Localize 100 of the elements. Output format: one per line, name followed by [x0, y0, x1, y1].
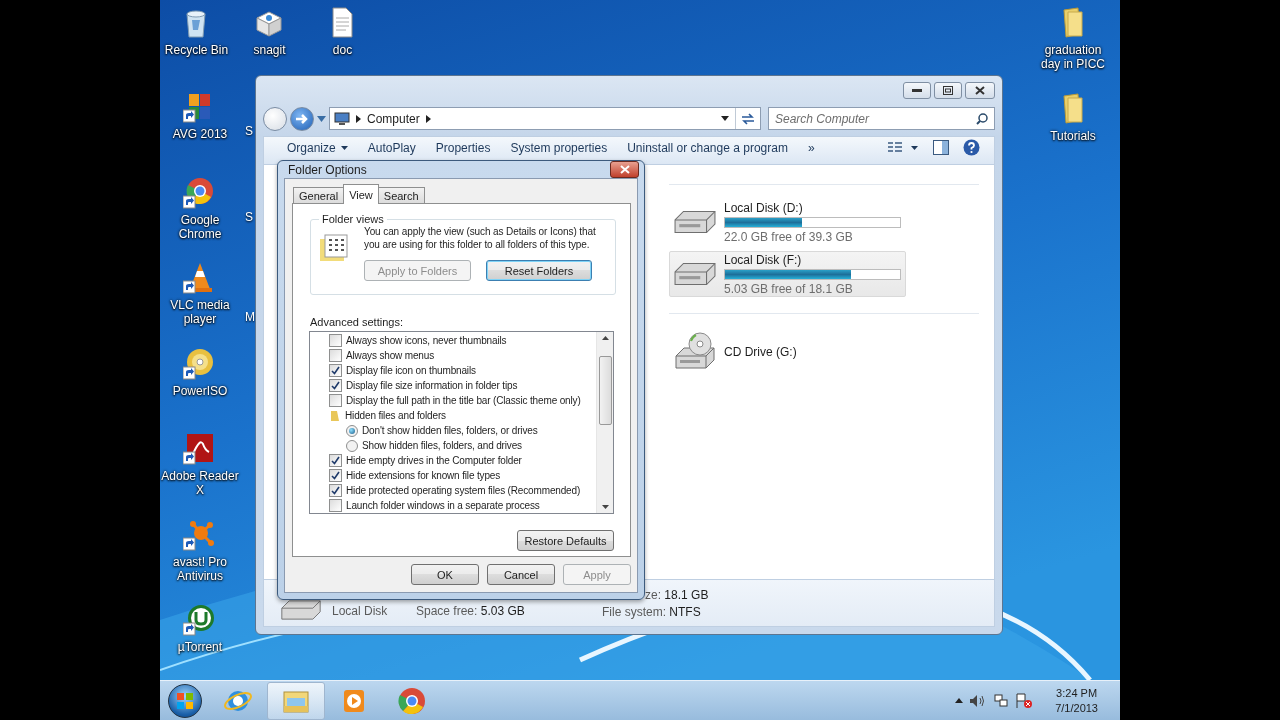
option-label: Always show icons, never thumbnails: [346, 335, 507, 346]
dialog-button[interactable]: Reset Folders: [486, 260, 592, 281]
circle-arrow-icon: [183, 603, 217, 637]
folder-icon: [329, 409, 341, 422]
drive-name: CD Drive (G:): [724, 345, 797, 359]
help-icon[interactable]: [963, 139, 980, 156]
hard-drive-icon: [674, 262, 716, 286]
option-label: Display the full path in the title bar (Classic theme only): [346, 395, 581, 406]
flag-alert-icon[interactable]: [1015, 692, 1034, 709]
clock-date[interactable]: 7/1/2013: [1055, 702, 1098, 714]
start-button[interactable]: [168, 683, 202, 718]
drive-name: Local Disk (D:): [724, 200, 804, 215]
round-logo-icon: [397, 685, 427, 716]
drive-name: Local Disk (F:): [724, 252, 803, 267]
search-placeholder: Search Computer: [775, 111, 870, 126]
drive-item[interactable]: CD Drive (G:): [669, 332, 906, 372]
scrollbar[interactable]: [596, 332, 613, 513]
dialog-title: Folder Options: [288, 162, 367, 177]
option-label: Don't show hidden files, folders, or drives: [362, 425, 538, 436]
radio-button[interactable]: [346, 439, 358, 452]
drive-item[interactable]: Local Disk (D:) 22.0 GB free of 39.3 GB: [669, 199, 906, 245]
checkbox[interactable]: [329, 334, 342, 347]
hard-drive-icon: [674, 210, 716, 234]
minimize-button[interactable]: [903, 82, 931, 99]
option-label: Always show menus: [346, 350, 435, 361]
drive-name: Local Disk: [332, 604, 389, 618]
tab[interactable]: General: [293, 187, 345, 204]
option-label: Show hidden files, folders, and drives: [362, 440, 522, 451]
dialog-button[interactable]: OK: [411, 564, 479, 585]
maximize-button[interactable]: [934, 82, 962, 99]
option-label: Hide extensions for known file types: [346, 470, 501, 481]
checkbox[interactable]: [329, 484, 342, 497]
icon-label[interactable]: PowerISO: [172, 383, 228, 398]
view-options-icon[interactable]: [887, 140, 919, 155]
windows-flag-icon: [177, 692, 193, 709]
icon-label[interactable]: Recycle Bin: [164, 43, 229, 57]
checkbox[interactable]: [329, 454, 342, 467]
search-field[interactable]: Search Computer: [768, 107, 995, 130]
checkbox[interactable]: [329, 349, 342, 362]
icon-label[interactable]: M: [245, 310, 255, 324]
checkbox[interactable]: [329, 364, 342, 377]
checkbox[interactable]: [329, 379, 342, 392]
minimize-icon: [912, 88, 922, 93]
close-button[interactable]: [610, 161, 639, 178]
breadcrumb[interactable]: Computer: [367, 111, 420, 126]
refresh-icon: [741, 112, 755, 125]
checkbox[interactable]: [329, 394, 342, 407]
checkbox[interactable]: [329, 469, 342, 482]
detail-field: ze: 18.1 GB: [602, 587, 802, 602]
preview-pane-icon[interactable]: [933, 140, 949, 155]
drive-item[interactable]: Local Disk (F:) 5.03 GB free of 18.1 GB: [669, 251, 906, 297]
chevron-icon: [425, 114, 431, 123]
dialog-button[interactable]: Cancel: [487, 564, 555, 585]
clock-time[interactable]: 3:24 PM: [1056, 687, 1098, 699]
toolbar-button[interactable]: »: [799, 140, 827, 155]
icon-label[interactable]: doc: [332, 43, 353, 57]
option-label: Hide empty drives in the Computer folder: [346, 455, 522, 466]
section-label: Advanced settings:: [310, 316, 404, 328]
radio-button[interactable]: [346, 424, 358, 437]
search-icon: [976, 112, 988, 125]
icon-label[interactable]: S: [245, 124, 255, 138]
toolbar-button[interactable]: System properties: [502, 140, 620, 155]
scroll-down-icon: [601, 505, 609, 509]
toolbar-button[interactable]: Uninstall or change a program: [619, 140, 800, 155]
toolbar-button[interactable]: AutoPlay: [359, 140, 428, 155]
icon-label[interactable]: graduation day in PICC: [1035, 43, 1111, 71]
show-hidden-icons-icon[interactable]: [955, 698, 964, 703]
close-icon: [975, 86, 985, 95]
icon-label[interactable]: avast! Pro Antivirus: [160, 554, 240, 583]
icon-label[interactable]: S: [245, 210, 255, 224]
arrow-icon: [295, 112, 309, 125]
detail-field: File system: NTFS: [602, 604, 802, 619]
tab[interactable]: Search: [377, 187, 425, 204]
icon-label[interactable]: Google Chrome: [160, 212, 240, 241]
toolbar-button[interactable]: Properties: [427, 140, 503, 155]
close-button[interactable]: [965, 82, 995, 99]
icon-label[interactable]: VLC media player: [160, 298, 240, 326]
option-label: Display file size information in folder tips: [346, 380, 518, 391]
tab[interactable]: View: [343, 184, 379, 204]
checkbox[interactable]: [329, 499, 342, 512]
network-icon[interactable]: [993, 692, 1010, 709]
icon-label[interactable]: snagit: [253, 43, 286, 57]
toolbar-button[interactable]: Organize: [279, 140, 360, 155]
scroll-up-icon: [601, 336, 609, 340]
hard-drive-icon: [280, 597, 322, 623]
back-button[interactable]: [263, 106, 287, 131]
icon-label[interactable]: Tutorials: [1050, 129, 1096, 143]
restore-icon: [943, 86, 953, 95]
group-title: Folder views: [321, 213, 385, 225]
forward-button[interactable]: [290, 106, 314, 131]
computer-icon: [334, 111, 350, 126]
close-icon: [619, 165, 630, 174]
caret-icon[interactable]: [721, 116, 729, 121]
chevron-icon: [356, 114, 361, 123]
cd-drive-icon: [672, 332, 718, 372]
icon-label[interactable]: Adobe Reader X: [160, 469, 240, 497]
address-bar[interactable]: Computer: [329, 107, 761, 130]
folder-view-icon: [319, 233, 349, 263]
restore-defaults-button[interactable]: Restore Defaults: [517, 530, 614, 551]
icon-label[interactable]: AVG 2013: [172, 127, 228, 141]
